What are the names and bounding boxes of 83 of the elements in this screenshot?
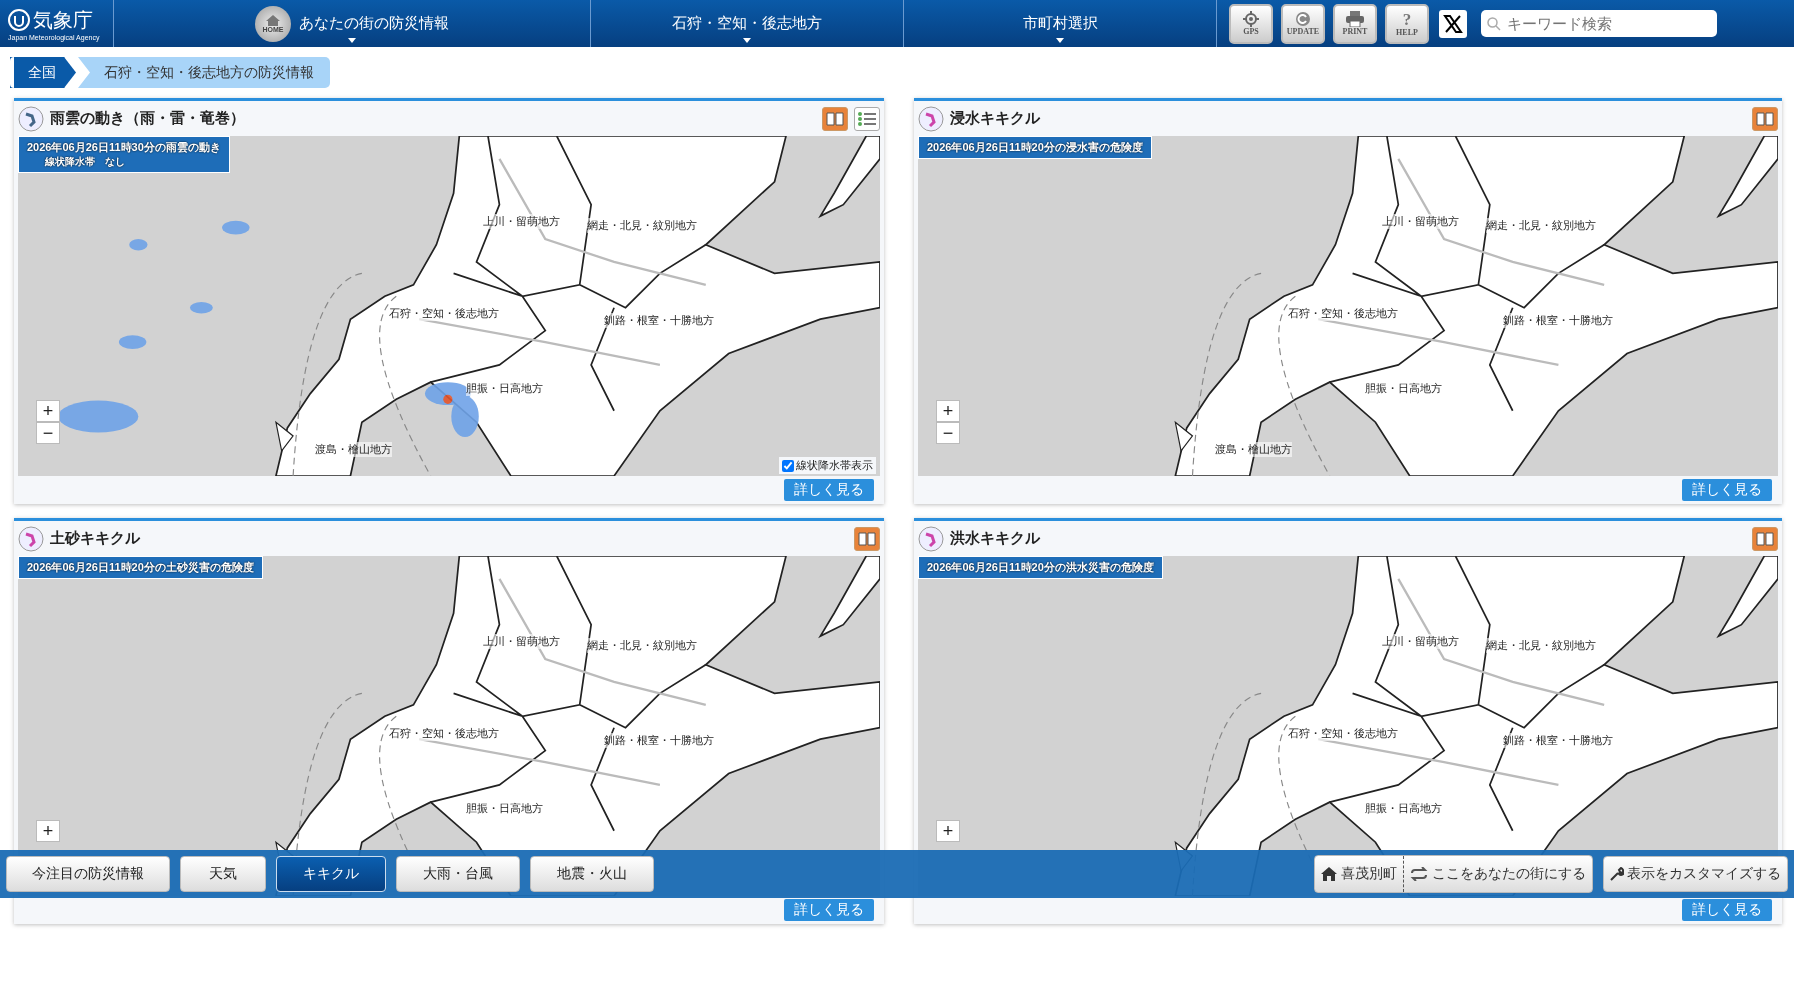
refresh-icon bbox=[1295, 11, 1311, 27]
region-label: 網走・北見・紋別地方 bbox=[586, 217, 697, 233]
region-label: 上川・留萌地方 bbox=[483, 214, 561, 230]
region-label: 胆振・日高地方 bbox=[1365, 380, 1443, 396]
category-tab[interactable]: 大雨・台風 bbox=[396, 856, 520, 892]
region-label: 胆振・日高地方 bbox=[466, 380, 544, 396]
set-home-button[interactable]: ここをあなたの街にする bbox=[1403, 856, 1592, 892]
guide-button[interactable] bbox=[854, 526, 880, 551]
crosshair-icon bbox=[1243, 11, 1259, 27]
print-button[interactable]: PRINT bbox=[1333, 3, 1377, 44]
map-view[interactable]: 上川・留萌地方 網走・北見・紋別地方 石狩・空知・後志地方 釧路・根室・十勝地方 胆振・日高地方 渡島・檜山地方 2026年06月26日11時20分の浸水害の危険度 + − bbox=[918, 136, 1778, 476]
region-label: 胆振・日高地方 bbox=[466, 800, 544, 816]
gps-button[interactable]: GPS bbox=[1229, 3, 1273, 44]
region-label: 石狩・空知・後志地方 bbox=[388, 726, 499, 741]
region-label: 渡島・檜山地方 bbox=[315, 442, 393, 457]
region-label: 上川・留萌地方 bbox=[1382, 214, 1460, 230]
zoom-button[interactable]: + bbox=[36, 820, 60, 842]
region-label: 釧路・根室・十勝地方 bbox=[1502, 312, 1613, 328]
region-label: 釧路・根室・十勝地方 bbox=[604, 312, 715, 328]
book-icon bbox=[858, 531, 876, 546]
zoom-button[interactable]: − bbox=[936, 422, 960, 444]
book-icon bbox=[1756, 111, 1774, 126]
guide-button[interactable] bbox=[1752, 526, 1778, 551]
category-tab[interactable]: 今注目の防災情報 bbox=[6, 856, 170, 892]
nav-menu[interactable]: あなたの街の防災情報 bbox=[299, 14, 449, 33]
region-label: 網走・北見・紋別地方 bbox=[586, 637, 697, 653]
region-label: 石狩・空知・後志地方 bbox=[1287, 726, 1398, 741]
map-view[interactable]: 上川・留萌地方 網走・北見・紋別地方 石狩・空知・後志地方 釧路・根室・十勝地方 胆振・日高地方 渡島・檜山地方 2026年06月26日11時30分の雨雲の動き 線状降水帯 なし + − 線状降水帯表示 bbox=[18, 136, 880, 476]
panel-title: 洪水キキクル bbox=[950, 529, 1041, 548]
category-tab[interactable]: 地震・火山 bbox=[530, 856, 654, 892]
home-icon bbox=[1321, 867, 1337, 881]
note-text: 線状降水帯 なし bbox=[43, 155, 126, 169]
breadcrumb-current: 石狩・空知・後志地方の防災情報 bbox=[78, 57, 330, 88]
caret-icon bbox=[348, 38, 356, 43]
list-icon bbox=[858, 110, 876, 127]
search-field[interactable]: キーワード検索 bbox=[1481, 10, 1717, 37]
region-label: 胆振・日高地方 bbox=[1365, 800, 1443, 816]
x-share-icon[interactable] bbox=[1439, 9, 1467, 38]
region-label: 石狩・空知・後志地方 bbox=[1287, 306, 1398, 321]
customize-button[interactable]: 表示をカスタマイズする bbox=[1603, 856, 1788, 892]
list-view-button[interactable] bbox=[854, 106, 880, 131]
region-label: 石狩・空知・後志地方 bbox=[388, 306, 499, 321]
timestamp-label: 2026年06月26日11時30分の雨雲の動き 線状降水帯 なし bbox=[18, 136, 230, 173]
update-button[interactable]: UPDATE bbox=[1281, 3, 1325, 44]
panel-title: 雨雲の動き（雨・雷・竜巻） bbox=[50, 109, 246, 128]
nav-menu[interactable]: 市町村選択 bbox=[1022, 14, 1098, 33]
swap-arrows-icon bbox=[1410, 867, 1428, 881]
logo-text: 気象庁 bbox=[33, 7, 93, 33]
book-icon bbox=[826, 111, 844, 126]
caret-icon bbox=[1056, 38, 1064, 43]
region-label: 上川・留萌地方 bbox=[483, 634, 561, 650]
guide-button[interactable] bbox=[1752, 106, 1778, 131]
zoom-button[interactable]: − bbox=[36, 422, 60, 444]
nav-menu[interactable]: 石狩・空知・後志地方 bbox=[672, 14, 822, 33]
caret-icon bbox=[743, 38, 751, 43]
guide-button[interactable] bbox=[822, 106, 848, 131]
zoom-button[interactable]: + bbox=[36, 400, 60, 422]
category-tab[interactable]: キキクル bbox=[276, 856, 386, 892]
timestamp-label: 2026年06月26日11時20分の洪水災害の危険度 bbox=[918, 556, 1163, 579]
printer-icon bbox=[1346, 11, 1364, 27]
question-mark-icon: ? bbox=[1402, 10, 1412, 28]
category-tab[interactable]: 天気 bbox=[180, 856, 266, 892]
region-label: 網走・北見・紋別地方 bbox=[1485, 637, 1596, 653]
help-button[interactable]: ? HELP bbox=[1385, 3, 1429, 44]
region-label: 上川・留萌地方 bbox=[1382, 634, 1460, 650]
panel-title: 土砂キキクル bbox=[50, 529, 141, 548]
overlay-checkbox[interactable]: 線状降水帯表示 bbox=[779, 457, 876, 474]
swirl-logo-icon bbox=[8, 9, 30, 31]
panel-title: 浸水キキクル bbox=[950, 109, 1041, 128]
timestamp-label: 2026年06月26日11時20分の土砂災害の危険度 bbox=[18, 556, 263, 579]
region-label: 釧路・根室・十勝地方 bbox=[604, 732, 715, 748]
region-label: 網走・北見・紋別地方 bbox=[1485, 217, 1596, 233]
location-button[interactable]: 喜茂別町 bbox=[1315, 856, 1403, 892]
book-icon bbox=[1756, 531, 1774, 546]
region-label: 渡島・檜山地方 bbox=[1214, 442, 1292, 457]
wrench-icon bbox=[1610, 867, 1624, 881]
zoom-button[interactable]: + bbox=[936, 820, 960, 842]
zoom-button[interactable]: + bbox=[936, 400, 960, 422]
search-icon bbox=[1487, 16, 1501, 31]
checkbox[interactable] bbox=[782, 459, 794, 472]
timestamp-label: 2026年06月26日11時20分の浸水害の危険度 bbox=[918, 136, 1152, 159]
region-label: 釧路・根室・十勝地方 bbox=[1502, 732, 1613, 748]
breadcrumb-link[interactable]: 全国 bbox=[10, 57, 76, 88]
